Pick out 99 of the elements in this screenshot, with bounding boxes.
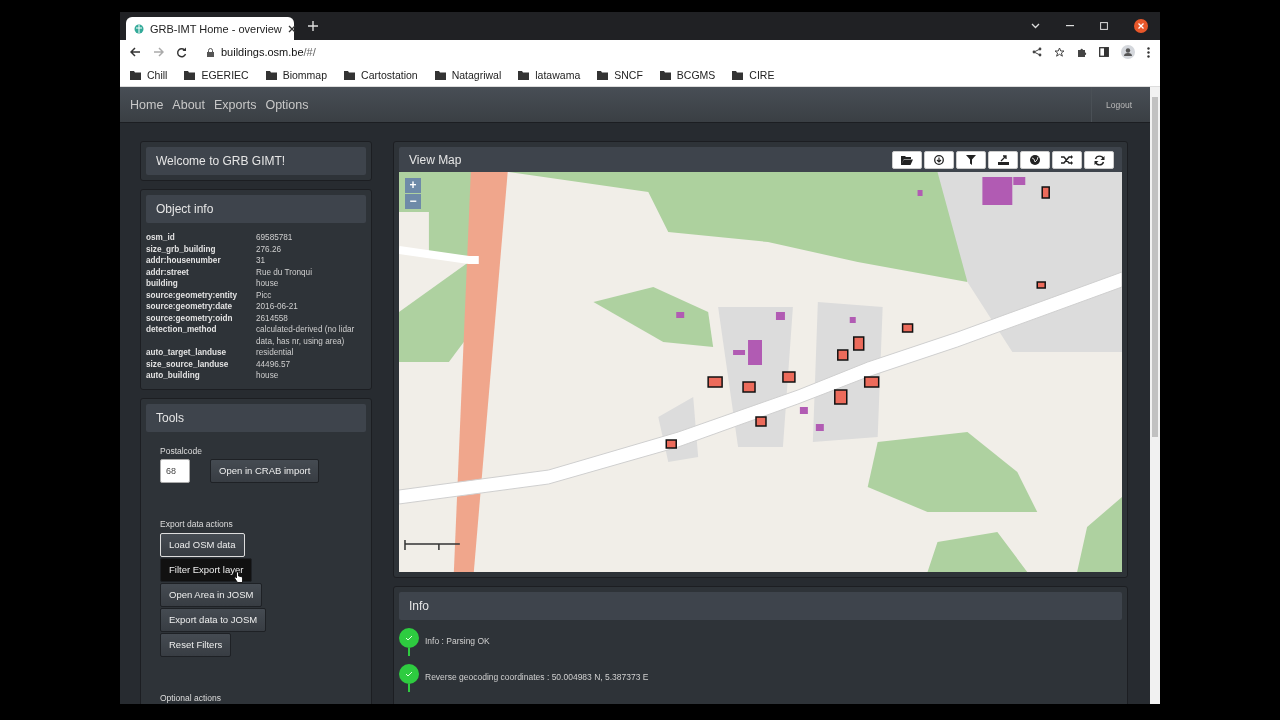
property-value: 31 <box>256 255 267 267</box>
folder-icon <box>184 70 196 80</box>
chevron-down-icon[interactable] <box>1031 23 1040 29</box>
property-key: addr:street <box>146 266 256 278</box>
bookmark-folder[interactable]: Biommap <box>265 69 328 81</box>
url-text: buildings.osm.be/#/ <box>221 46 316 58</box>
property-key: osm_id <box>146 232 256 244</box>
folder-icon <box>659 70 671 80</box>
property-value: calculated-derived (no lidar data, has nr, using area) <box>256 324 356 347</box>
minimize-icon[interactable] <box>1066 25 1074 27</box>
check-pin-icon <box>399 662 419 692</box>
scrollbar[interactable] <box>1150 87 1160 704</box>
action-button[interactable]: Load OSM data <box>160 532 245 557</box>
bookmark-folder[interactable]: Chill <box>130 69 168 81</box>
folder-icon <box>434 70 446 80</box>
close-icon[interactable] <box>1134 19 1148 33</box>
panel-heading: Info <box>399 592 1122 620</box>
crab-import-button[interactable]: Open in CRAB import <box>210 458 320 483</box>
folder-icon <box>597 70 609 80</box>
bookmark-folder[interactable]: Natagriwal <box>434 69 502 81</box>
bookmark-folder[interactable]: BCGMS <box>659 69 716 81</box>
tab-title: GRB-IMT Home - overview <box>150 22 282 35</box>
shuffle-icon <box>1061 155 1073 165</box>
property-key: auto_target_landuse <box>146 347 256 359</box>
nav-link[interactable]: Home <box>130 97 164 112</box>
property-key: source:geometry:oidn <box>146 312 256 324</box>
action-button[interactable]: Export data to JOSM <box>160 607 267 632</box>
property-key: source:geometry:date <box>146 301 256 313</box>
folder-icon <box>901 155 913 165</box>
property-value: 2614558 <box>256 312 289 324</box>
property-key: source:geometry:entity <box>146 289 256 301</box>
action-button[interactable]: Reset Filters <box>160 632 232 657</box>
postalcode-field[interactable]: 68 <box>160 458 190 483</box>
logout-link[interactable]: Logout <box>1091 87 1146 122</box>
browser-tab[interactable]: GRB-IMT Home - overview <box>126 17 294 40</box>
upload-button[interactable] <box>988 151 1018 169</box>
nav-link[interactable]: Options <box>265 97 309 112</box>
panel-heading: Object info <box>146 195 366 223</box>
nav-link[interactable]: About <box>172 97 205 112</box>
filter-icon <box>966 155 976 165</box>
folder-icon <box>344 70 356 80</box>
export-icon <box>997 155 1009 165</box>
property-key: addr:housenumber <box>146 255 256 267</box>
bookmark-folder[interactable]: Cartostation <box>344 69 418 81</box>
info-message: Info : Parsing OK <box>425 636 490 646</box>
bookmark-folder[interactable]: CIRE <box>732 69 775 81</box>
property-key: size_source_landuse <box>146 358 256 370</box>
profile-icon[interactable] <box>1121 45 1135 59</box>
folder-icon <box>518 70 530 80</box>
lock-icon <box>207 47 214 57</box>
property-key: building <box>146 278 256 290</box>
property-key: size_grb_building <box>146 243 256 255</box>
panel-title: View Map <box>409 153 463 167</box>
refresh-icon <box>1093 154 1105 166</box>
action-button[interactable]: Filter Export layer <box>160 557 253 582</box>
share-icon[interactable] <box>1032 47 1042 57</box>
field-label: Postalcode <box>160 445 203 456</box>
panel-heading: Welcome to GRB GIMT! <box>146 147 366 175</box>
property-key: detection_method <box>146 324 256 347</box>
download-icon <box>934 155 944 165</box>
property-value: 44496.57 <box>256 358 292 370</box>
new-tab-icon[interactable] <box>308 21 318 31</box>
back-arrow-icon[interactable] <box>130 47 141 57</box>
section-label: Optional actions <box>160 692 221 703</box>
download-button[interactable] <box>924 151 954 169</box>
property-value: residential <box>256 347 295 359</box>
close-icon[interactable] <box>287 24 296 33</box>
puzzle-icon[interactable] <box>1077 47 1087 57</box>
menu-icon[interactable] <box>1147 46 1150 58</box>
refresh-button[interactable] <box>1084 151 1114 169</box>
property-value: 2016-06-21 <box>256 301 299 313</box>
star-icon[interactable] <box>1054 46 1065 58</box>
property-value: 69585781 <box>256 232 294 244</box>
panel-heading: Tools <box>146 403 366 432</box>
info-message: Reverse geocoding coordinates : 50.004983 N, 5.387373 E <box>425 672 649 682</box>
maximize-icon[interactable] <box>1100 22 1108 30</box>
shuffle-button[interactable] <box>1052 151 1082 169</box>
nav-link[interactable]: Exports <box>214 97 257 112</box>
folder-button[interactable] <box>892 151 922 169</box>
zoom-in-button[interactable]: + <box>405 178 421 193</box>
zoom-out-button[interactable]: − <box>405 194 421 209</box>
folder-icon <box>265 70 277 80</box>
check-pin-icon <box>399 626 419 656</box>
reload-icon[interactable] <box>176 46 187 58</box>
filter-button[interactable] <box>956 151 986 169</box>
bookmark-folder[interactable]: EGERIEC <box>184 69 249 81</box>
folder-icon <box>732 70 744 80</box>
property-value: Picc <box>256 289 273 301</box>
bookmark-folder[interactable]: SNCF <box>597 69 643 81</box>
property-value: Rue du Tronqui <box>256 266 313 278</box>
action-button[interactable]: Open Area in JOSM <box>160 582 263 607</box>
section-label: Export data actions <box>160 518 233 529</box>
property-value: house <box>256 278 280 290</box>
property-value: house <box>256 370 280 382</box>
folder-icon <box>130 70 141 80</box>
property-key: auto_building <box>146 370 256 382</box>
sidebar-icon[interactable] <box>1099 47 1109 57</box>
bookmark-folder[interactable]: latawama <box>518 69 581 81</box>
property-value: 276.26 <box>256 243 283 255</box>
